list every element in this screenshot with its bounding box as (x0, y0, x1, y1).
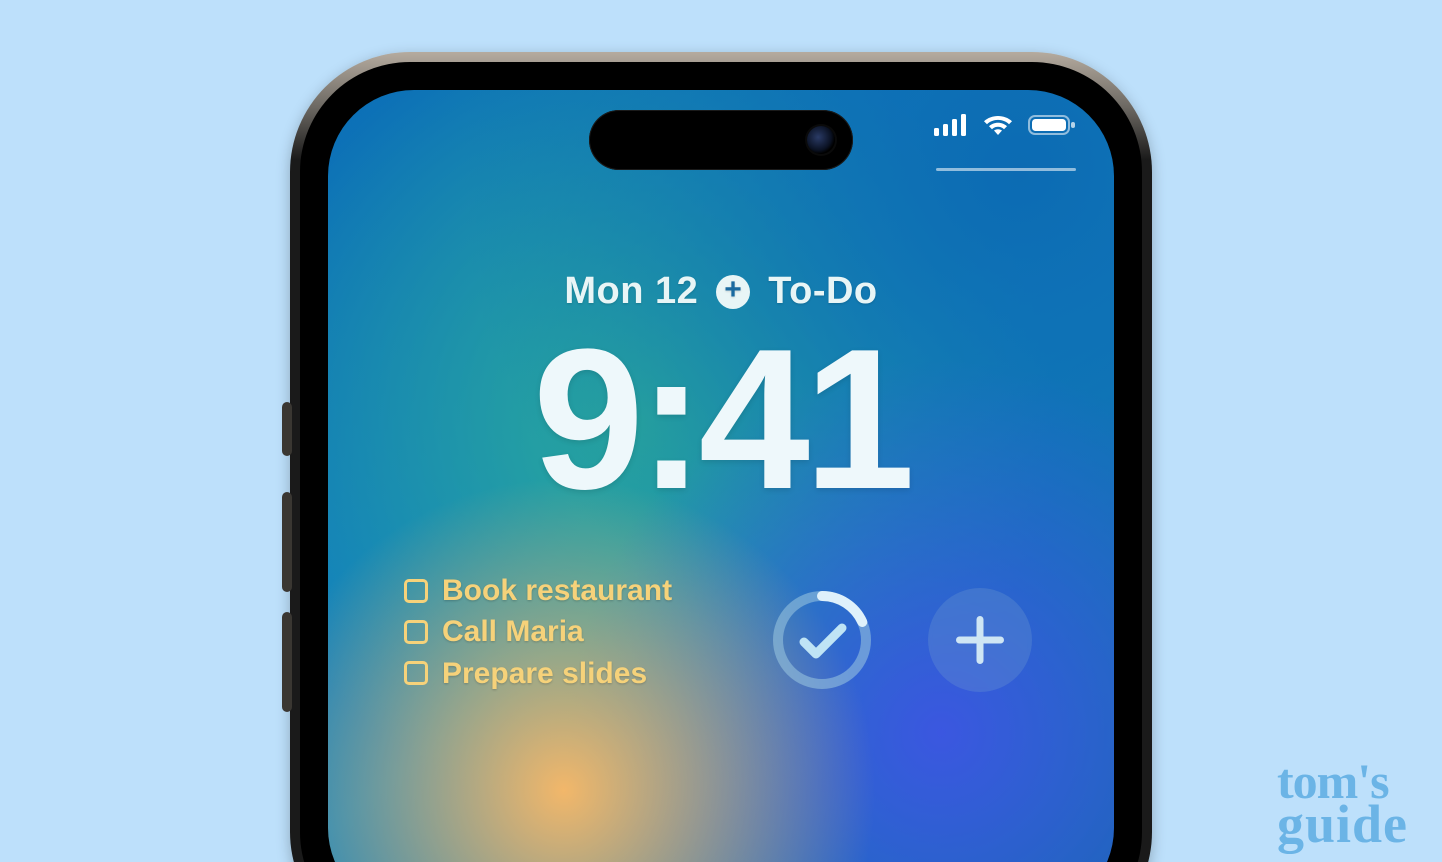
progress-widget[interactable] (770, 588, 874, 692)
lock-screen[interactable]: Mon 12 + To-Do 9:41 Book restaurant Call… (328, 90, 1114, 862)
plus-badge-icon: + (716, 275, 750, 309)
todo-item[interactable]: Book restaurant (404, 570, 672, 611)
progress-ring-icon (770, 588, 874, 692)
lock-screen-clock[interactable]: 9:41 (328, 305, 1114, 535)
todo-list-widget[interactable]: Book restaurant Call Maria Prepare slide… (404, 570, 672, 694)
todo-item-label: Book restaurant (442, 570, 672, 611)
status-underline (936, 168, 1076, 171)
watermark-logo: tom's guide (1277, 761, 1408, 846)
todo-item[interactable]: Prepare slides (404, 653, 672, 694)
phone-bezel: Mon 12 + To-Do 9:41 Book restaurant Call… (300, 62, 1142, 862)
add-widget-button[interactable] (928, 588, 1032, 692)
todo-item[interactable]: Call Maria (404, 611, 672, 652)
dynamic-island[interactable] (589, 110, 853, 170)
volume-down-button[interactable] (282, 612, 292, 712)
plus-icon (956, 616, 1004, 664)
checkbox-icon[interactable] (404, 661, 428, 685)
front-camera-icon (807, 126, 835, 154)
cellular-icon (934, 114, 968, 136)
phone-frame: Mon 12 + To-Do 9:41 Book restaurant Call… (290, 52, 1152, 862)
status-bar (934, 114, 1076, 136)
checkbox-icon[interactable] (404, 620, 428, 644)
wifi-icon (982, 114, 1014, 136)
battery-icon (1028, 114, 1076, 136)
volume-up-button[interactable] (282, 492, 292, 592)
ringer-switch[interactable] (282, 402, 292, 456)
checkbox-icon[interactable] (404, 579, 428, 603)
todo-item-label: Prepare slides (442, 653, 647, 694)
todo-item-label: Call Maria (442, 611, 584, 652)
watermark-line2: guide (1277, 802, 1408, 846)
